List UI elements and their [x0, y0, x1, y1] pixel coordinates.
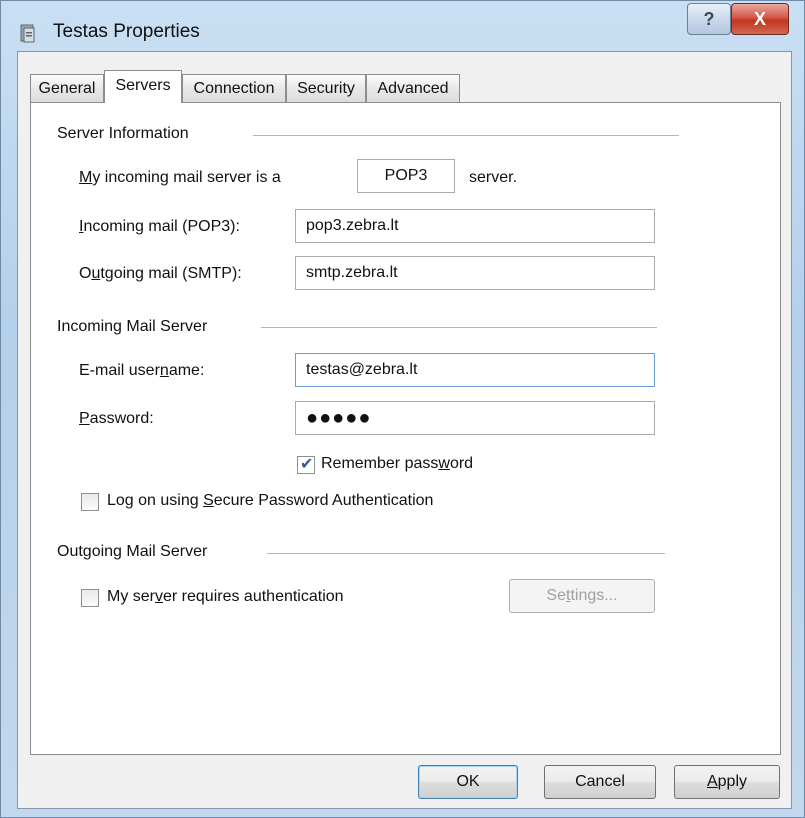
incoming-server-type-label: My incoming mail server is a: [79, 169, 281, 186]
apply-button[interactable]: Apply: [674, 765, 780, 799]
requires-auth-checkbox[interactable]: [81, 589, 99, 607]
tab-general[interactable]: General: [30, 74, 104, 102]
tab-security[interactable]: Security: [286, 74, 366, 102]
incoming-server-type-field: POP3: [357, 159, 455, 193]
incoming-mail-server-divider: [261, 327, 657, 329]
outgoing-mail-server-heading: Outgoing Mail Server: [57, 543, 208, 560]
settings-button[interactable]: Settings...: [509, 579, 655, 613]
ok-button[interactable]: OK: [418, 765, 518, 799]
server-information-heading: Server Information: [57, 125, 189, 142]
server-suffix-label: server.: [469, 169, 518, 186]
incoming-mail-server-input[interactable]: pop3.zebra.lt: [295, 209, 655, 243]
help-icon: ?: [703, 9, 715, 29]
help-button[interactable]: ?: [687, 3, 731, 35]
requires-auth-label[interactable]: My server requires authentication: [107, 588, 344, 606]
cancel-button[interactable]: Cancel: [544, 765, 656, 799]
tab-connection[interactable]: Connection: [182, 74, 286, 102]
remember-password-checkbox[interactable]: ✔: [297, 456, 315, 474]
password-input[interactable]: ●●●●●: [295, 401, 655, 435]
secure-password-auth-label[interactable]: Log on using Secure Password Authenticat…: [107, 492, 433, 510]
close-icon: X: [753, 9, 766, 29]
mail-account-icon: [20, 24, 35, 43]
email-username-input[interactable]: testas@zebra.lt: [295, 353, 655, 387]
checkmark-icon: ✔: [300, 456, 314, 473]
remember-password-label[interactable]: Remember password: [321, 455, 473, 473]
password-label: Password:: [79, 410, 154, 427]
incoming-mail-server-heading: Incoming Mail Server: [57, 318, 208, 335]
window-title: Testas Properties: [53, 21, 200, 42]
incoming-mail-label: Incoming mail (POP3):: [79, 218, 240, 235]
tab-servers[interactable]: Servers: [104, 70, 182, 103]
server-information-divider: [253, 135, 679, 137]
email-username-label: E-mail username:: [79, 362, 205, 379]
outgoing-mail-label: Outgoing mail (SMTP):: [79, 265, 242, 282]
outgoing-mail-server-divider: [267, 553, 665, 555]
dialog-client-area: General Servers Connection Security Adva…: [17, 51, 792, 809]
close-button[interactable]: X: [731, 3, 789, 35]
outgoing-mail-server-input[interactable]: smtp.zebra.lt: [295, 256, 655, 290]
servers-tab-panel: Server Information My incoming mail serv…: [30, 102, 781, 755]
tab-advanced[interactable]: Advanced: [366, 74, 460, 102]
secure-password-auth-checkbox[interactable]: [81, 493, 99, 511]
dialog-window: Testas Properties ? X General Servers Co…: [0, 0, 805, 818]
